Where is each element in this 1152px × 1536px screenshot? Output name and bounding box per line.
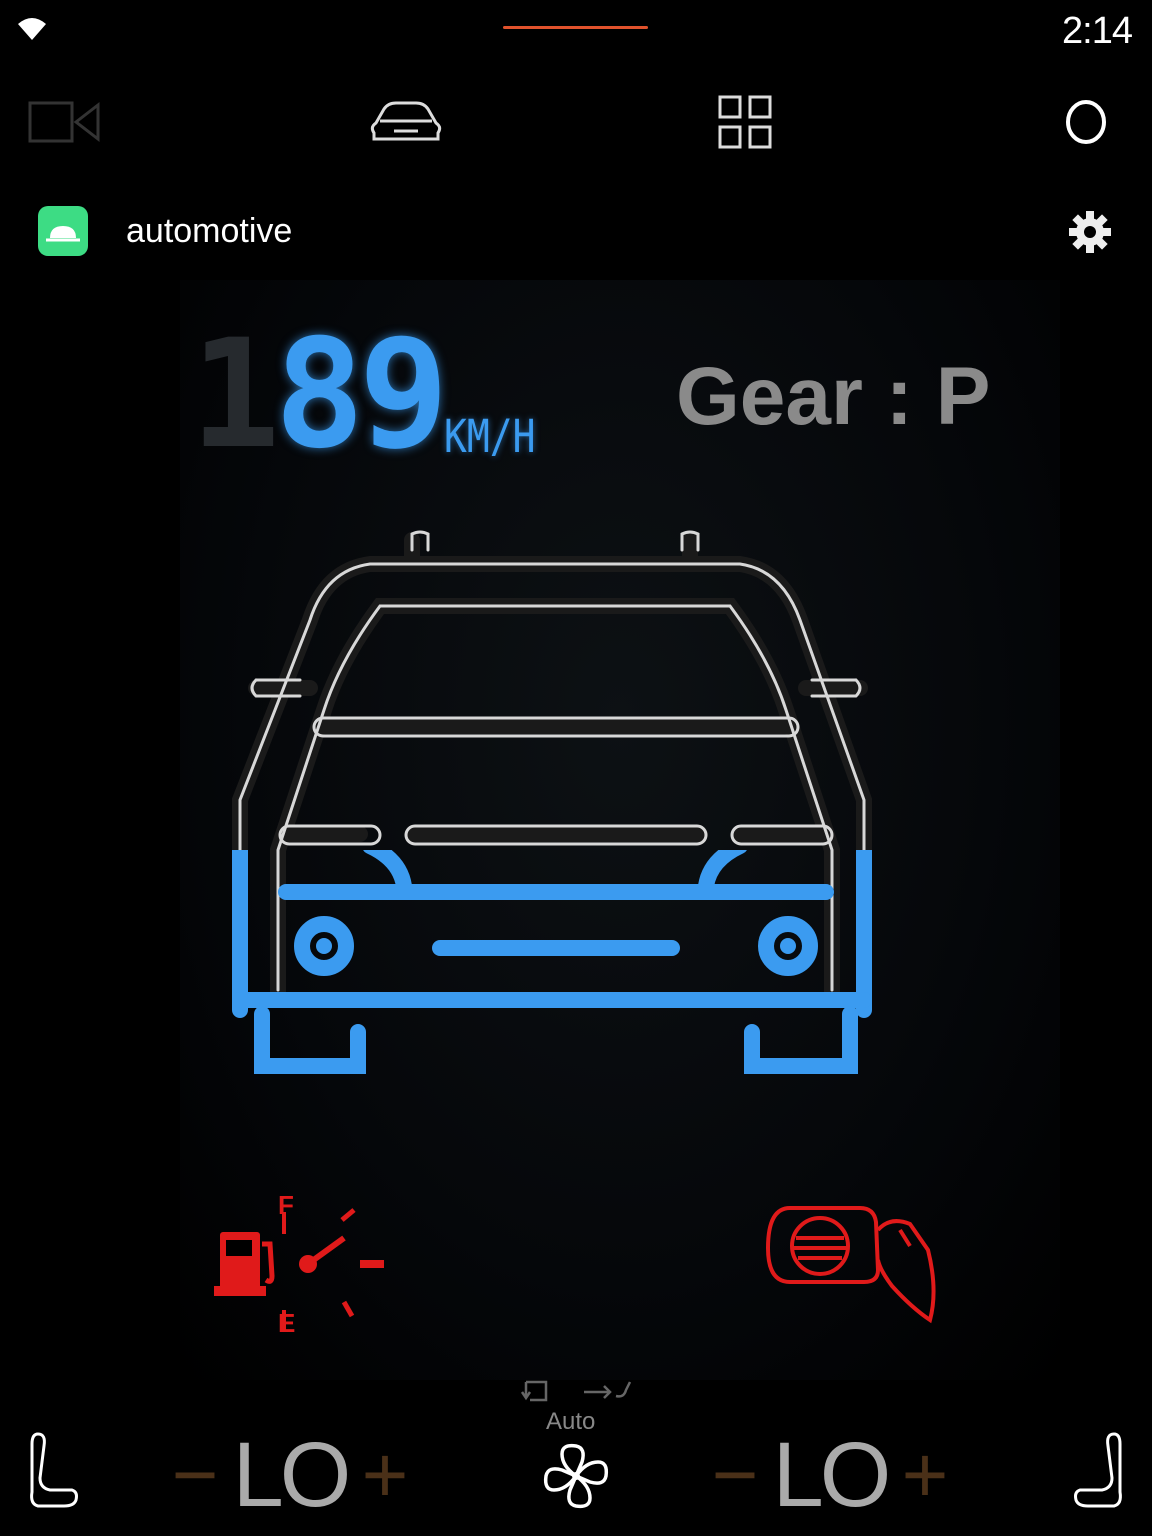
car-front-icon	[232, 530, 872, 1074]
app-grid-icon	[718, 95, 772, 149]
fuel-gauge-icon: F E	[214, 1190, 384, 1338]
nav-home-button[interactable]	[1046, 84, 1126, 160]
door-open-warning-icon	[765, 1206, 936, 1324]
fan-auto-label: Auto	[546, 1408, 596, 1435]
left-temp-increase-button[interactable]: +	[350, 1429, 420, 1521]
right-temp-decrease-button[interactable]: −	[700, 1429, 770, 1521]
right-temp-increase-button[interactable]: +	[890, 1429, 960, 1521]
app-title: automotive	[126, 212, 293, 250]
car-icon	[370, 101, 442, 141]
speedometer-readout: 189	[190, 320, 449, 470]
nav-app-grid-button[interactable]	[700, 84, 790, 160]
fuel-full-label: F	[278, 1190, 294, 1220]
status-indicator-pill	[503, 26, 648, 29]
home-circle-icon	[1066, 100, 1106, 144]
android-auto-icon	[46, 226, 80, 242]
recirculation-icon[interactable]	[518, 1376, 558, 1406]
airflow-direction-icon[interactable]	[580, 1376, 640, 1406]
settings-gear-icon[interactable]	[1062, 204, 1118, 260]
right-temperature-control: − LO +	[700, 1420, 960, 1530]
nav-car-button[interactable]	[356, 84, 456, 160]
status-bar	[0, 0, 1152, 64]
speed-value: 89	[274, 308, 449, 482]
left-seat-heater-icon[interactable]	[20, 1430, 84, 1510]
app-icon	[38, 206, 88, 256]
speed-unit: KM/H	[444, 410, 536, 463]
right-seat-heater-icon[interactable]	[1068, 1430, 1132, 1510]
fan-icon[interactable]	[538, 1438, 614, 1514]
status-clock: 2:14	[1062, 10, 1133, 52]
speed-ghost-digit: 1	[190, 308, 280, 482]
left-temp-decrease-button[interactable]: −	[160, 1429, 230, 1521]
gear-indicator: Gear : P	[676, 351, 991, 442]
wifi-icon	[18, 18, 46, 40]
fuel-empty-label: E	[278, 1308, 295, 1338]
nav-camera-button[interactable]	[18, 84, 114, 160]
camera-icon	[28, 101, 100, 143]
left-temp-value: LO	[232, 1423, 352, 1526]
left-temperature-control: − LO +	[160, 1420, 420, 1530]
right-temp-value: LO	[772, 1423, 892, 1526]
